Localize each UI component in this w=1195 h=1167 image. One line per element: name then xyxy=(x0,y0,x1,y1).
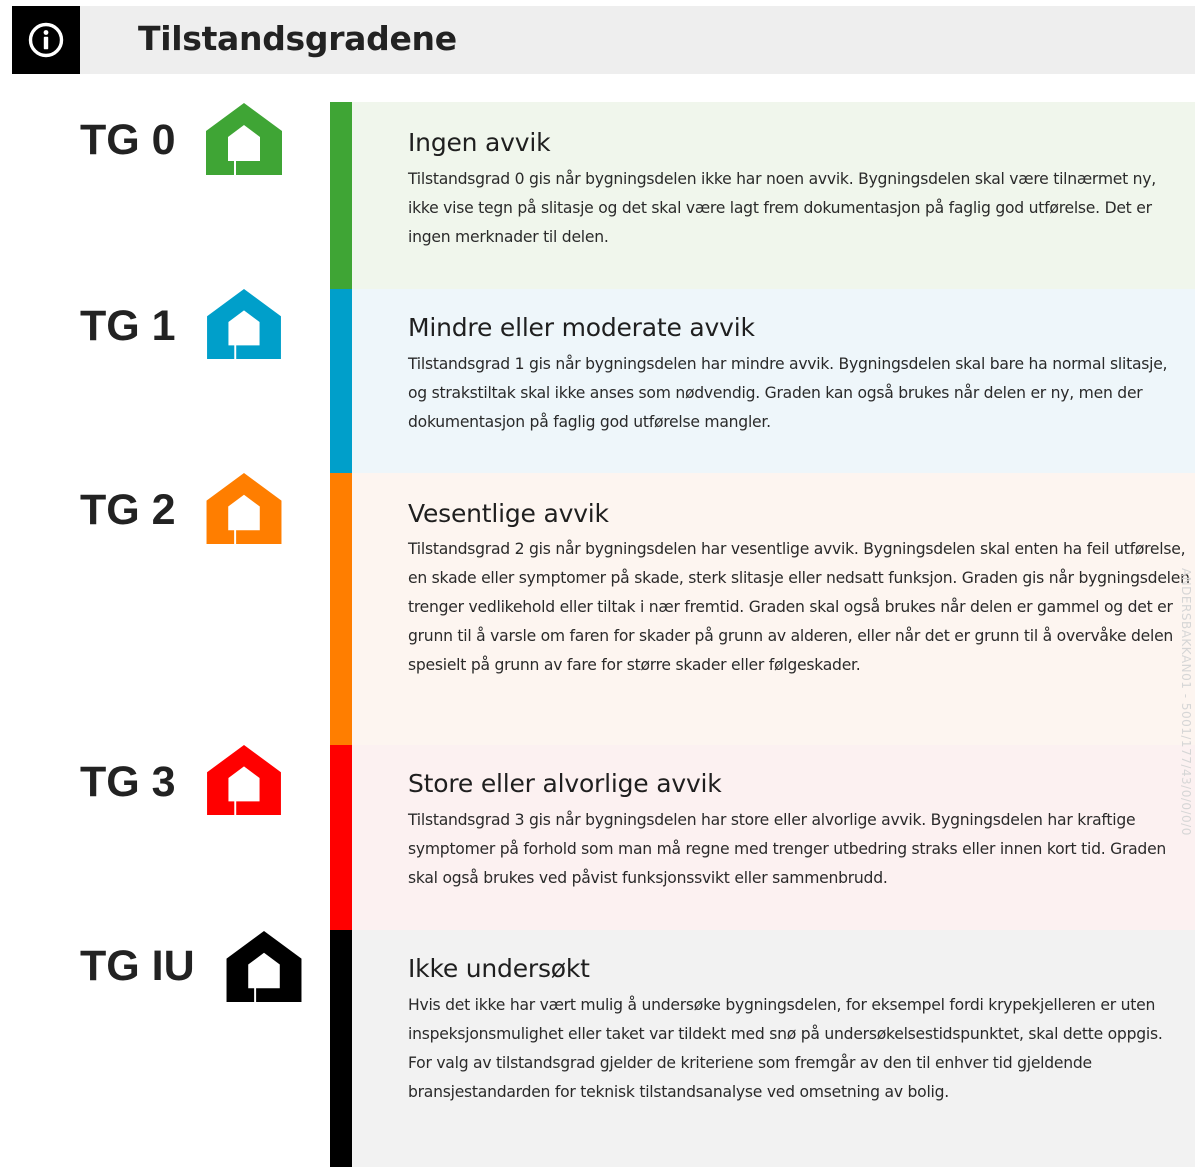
grade-color-bar xyxy=(330,745,352,930)
grade-description: Tilstandsgrad 3 gis når bygningsdelen ha… xyxy=(408,811,1167,887)
grade-title: Mindre eller moderate avvik xyxy=(408,313,755,342)
grade-label: TG IU xyxy=(80,942,195,990)
section-header: Tilstandsgradene xyxy=(12,6,1195,74)
grade-row-tg1: TG 1 Mindre eller moderate avvik Tilstan… xyxy=(0,289,1195,473)
grade-title: Vesentlige avvik xyxy=(408,499,609,528)
grade-row-tg3: TG 3 Store eller alvorlige avvik Tilstan… xyxy=(0,745,1195,930)
grade-row-tg0: TG 0 Ingen avvik Tilstandsgrad 0 gis når… xyxy=(0,102,1195,289)
info-icon xyxy=(28,22,64,58)
house-icon xyxy=(207,745,281,815)
grade-label: TG 2 xyxy=(80,486,176,534)
grade-color-bar xyxy=(330,102,352,289)
grade-description: Hvis det ikke har vært mulig å undersøke… xyxy=(408,996,1163,1101)
grade-label: TG 1 xyxy=(80,302,176,350)
grade-row-tgiu: TG IU Ikke undersøkt Hvis det ikke har v… xyxy=(0,930,1195,1167)
grade-color-bar xyxy=(330,289,352,473)
grade-description: Tilstandsgrad 0 gis når bygningsdelen ik… xyxy=(408,170,1156,246)
grade-color-bar xyxy=(330,930,352,1167)
grade-label: TG 3 xyxy=(80,758,176,806)
grade-row-tg2: TG 2 Vesentlige avvik Tilstandsgrad 2 gi… xyxy=(0,473,1195,745)
watermark-text: ANDERSBAKKAN01 - 5001/177/43/0/0/0/0 xyxy=(1181,568,1193,836)
house-icon xyxy=(206,103,282,175)
grade-label: TG 0 xyxy=(80,116,176,164)
grade-title: Ikke undersøkt xyxy=(408,954,590,983)
house-icon xyxy=(226,931,302,1002)
house-icon xyxy=(206,473,282,544)
grade-title: Ingen avvik xyxy=(408,128,551,157)
grade-description: Tilstandsgrad 2 gis når bygningsdelen ha… xyxy=(408,540,1190,674)
page-title: Tilstandsgradene xyxy=(138,19,457,58)
grade-color-bar xyxy=(330,473,352,745)
info-icon-box xyxy=(12,6,80,74)
grade-title: Store eller alvorlige avvik xyxy=(408,769,722,798)
grade-description: Tilstandsgrad 1 gis når bygningsdelen ha… xyxy=(408,355,1168,431)
house-icon xyxy=(207,289,281,359)
vertical-watermark: ANDERSBAKKAN01 - 5001/177/43/0/0/0/0 xyxy=(1181,568,1195,940)
